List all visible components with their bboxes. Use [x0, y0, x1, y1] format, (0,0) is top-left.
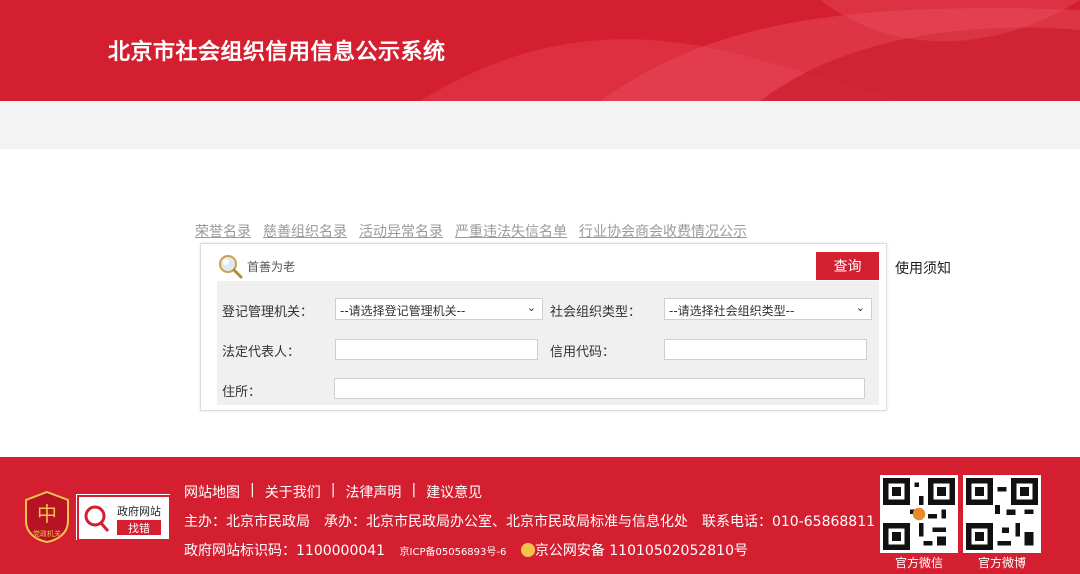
svg-text:中: 中: [37, 502, 57, 526]
org-type-label: 社会组织类型：: [550, 305, 642, 320]
reg-authority-label: 登记管理机关：: [222, 305, 314, 320]
qr-code-icon: [966, 478, 1038, 550]
site-title: 北京市社会组织信用信息公示系统: [108, 40, 446, 65]
tab-fee-disclosure[interactable]: 行业协会商会收费情况公示: [579, 221, 747, 241]
address-input[interactable]: [334, 378, 865, 399]
address-label: 住所：: [222, 385, 262, 400]
chevron-down-icon: ⌄: [526, 301, 536, 314]
footer-link-sitemap[interactable]: 网站地图: [184, 482, 240, 502]
tab-charity-list[interactable]: 慈善组织名录: [263, 221, 347, 241]
search-row: 查询: [217, 251, 879, 281]
party-gov-badge-icon[interactable]: 中 党政机关: [24, 491, 70, 543]
police-record[interactable]: 京公网安备 11010502052810号: [535, 543, 748, 559]
footer-links: 网站地图 | 关于我们 | 法律声明 | 建议意见: [184, 482, 482, 502]
nav-bar: [0, 101, 1080, 149]
footer-host-info: 主办：北京市民政局 承办：北京市民政局办公室、北京市民政局标准与信息化处 联系电…: [184, 514, 876, 530]
gov-site-error-report-button[interactable]: 政府网站 找错: [76, 494, 171, 541]
wechat-qr-label: 官方微信: [895, 556, 944, 570]
police-emblem-icon: [520, 543, 535, 557]
footer-link-feedback[interactable]: 建议意见: [426, 482, 482, 502]
error-report-icon: 政府网站 找错: [77, 495, 171, 541]
footer-link-about[interactable]: 关于我们: [265, 482, 321, 502]
tab-dishonest-list[interactable]: 严重违法失信名单: [455, 221, 567, 241]
org-type-select[interactable]: --请选择社会组织类型-- ⌄: [664, 298, 872, 320]
qr-code-icon: [883, 478, 955, 550]
usage-notice-link[interactable]: 使用须知: [895, 258, 951, 278]
legal-rep-label: 法定代表人：: [222, 345, 301, 360]
credit-code-label: 信用代码：: [550, 345, 616, 360]
site-header: 北京市社会组织信用信息公示系统: [0, 0, 1080, 101]
weibo-qr-label: 官方微博: [978, 556, 1027, 570]
site-id-code: 政府网站标识码：1100000041: [184, 543, 386, 559]
magnifier-icon: [219, 255, 243, 279]
footer-registration: 政府网站标识码：1100000041 京ICP备05056893号-6 京公网安…: [184, 540, 748, 560]
footer-link-legal[interactable]: 法律声明: [345, 482, 401, 502]
search-button[interactable]: 查询: [816, 252, 879, 280]
legal-rep-input[interactable]: [335, 339, 538, 360]
credit-code-input[interactable]: [664, 339, 867, 360]
weibo-qr-code: [963, 475, 1041, 553]
icp-number[interactable]: 京ICP备05056893号-6: [400, 547, 507, 558]
reg-authority-select[interactable]: --请选择登记管理机关-- ⌄: [335, 298, 543, 320]
search-panel: 查询 登记管理机关： --请选择登记管理机关-- ⌄ 社会组织类型： --请选择…: [200, 243, 887, 411]
svg-text:党政机关: 党政机关: [33, 529, 61, 538]
wechat-qr-code: [880, 475, 958, 553]
divider: |: [330, 482, 336, 498]
chevron-down-icon: ⌄: [855, 301, 865, 314]
reg-authority-value: --请选择登记管理机关--: [340, 304, 466, 318]
svg-text:找错: 找错: [128, 521, 150, 535]
svg-text:政府网站: 政府网站: [117, 504, 161, 518]
org-type-value: --请选择社会组织类型--: [669, 304, 795, 318]
tab-honor-list[interactable]: 荣誉名录: [195, 221, 251, 241]
tab-abnormal-list[interactable]: 活动异常名录: [359, 221, 443, 241]
list-tabs: 荣誉名录 慈善组织名录 活动异常名录 严重违法失信名单 行业协会商会收费情况公示: [195, 221, 747, 241]
search-panel-body: 查询 登记管理机关： --请选择登记管理机关-- ⌄ 社会组织类型： --请选择…: [217, 251, 879, 405]
divider: |: [250, 482, 255, 498]
search-input[interactable]: [247, 256, 807, 276]
divider: |: [411, 482, 417, 498]
